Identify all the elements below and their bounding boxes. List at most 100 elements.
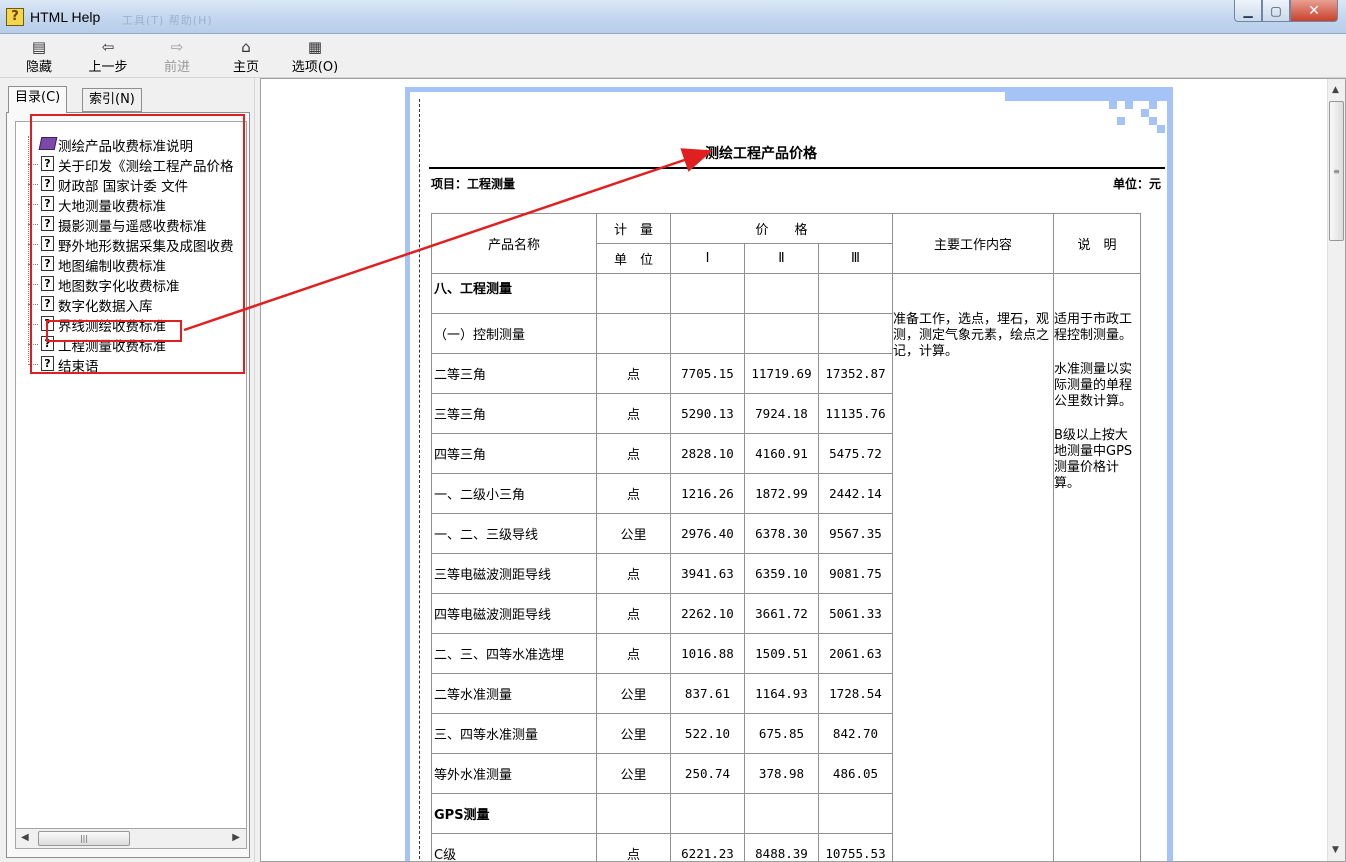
unit-cell: 公里 (596, 713, 671, 754)
window-title: HTML Help (30, 9, 101, 25)
section-heading: 八、工程测量 (431, 273, 597, 314)
unit-cell: 点 (596, 473, 671, 514)
empty-cell (670, 313, 745, 354)
hide-button[interactable]: ▤ 隐藏 (12, 38, 66, 75)
note-paragraph: 水准测量以实际测量的单程公里数计算。 (1054, 362, 1133, 409)
scroll-left-icon[interactable]: ◀ (21, 832, 29, 843)
project-label: 项目：工程测量 (431, 177, 516, 191)
empty-cell (596, 793, 671, 834)
empty-cell (744, 313, 819, 354)
help-app-icon: ? (6, 8, 24, 26)
empty-cell (596, 273, 671, 314)
back-button[interactable]: ⇦ 上一步 (81, 38, 135, 75)
unit-cell: 点 (596, 433, 671, 474)
product-name-cell: 四等电磁波测距导线 (431, 593, 597, 634)
forward-button[interactable]: ⇨ 前进 (150, 38, 204, 75)
options-button[interactable]: ▦ 选项(O) (284, 38, 346, 75)
empty-cell (744, 273, 819, 314)
price-1-cell: 6221.23 (670, 833, 745, 861)
scroll-up-icon[interactable]: ▲ (1332, 85, 1339, 95)
price-table: 产品名称 计 量 价 格 主要工作内容 说 明 单 位 Ⅰ Ⅱ Ⅲ 八、工程测量… (431, 213, 1141, 861)
header-product-name: 产品名称 (431, 213, 597, 274)
table-row: 八、工程测量 准备工作，选点，埋石，观测，测定气象元素，绘点之记，计算。 适用于市政… (431, 273, 1141, 861)
unit-cell: 公里 (596, 673, 671, 714)
header-price-1: Ⅰ (670, 243, 745, 274)
product-name-cell: 三等三角 (431, 393, 597, 434)
unit-cell: 点 (596, 833, 671, 861)
vertical-scroll-thumb[interactable]: ≡ (1329, 101, 1344, 241)
back-arrow-icon: ⇦ (101, 38, 115, 56)
price-2-cell: 8488.39 (744, 833, 819, 861)
note-paragraph: 适用于市政工程控制测量。 (1054, 312, 1133, 343)
tab-contents[interactable]: 目录(C) (8, 86, 68, 113)
product-name-cell: 等外水准测量 (431, 753, 597, 794)
price-3-cell: 2442.14 (818, 473, 893, 514)
hide-label: 隐藏 (25, 60, 52, 75)
pixel-decoration (1125, 101, 1133, 109)
pixel-decoration (1149, 101, 1157, 109)
price-2-cell: 11719.69 (744, 353, 819, 394)
unit-cell: 点 (596, 393, 671, 434)
product-name-cell: 三、四等水准测量 (431, 713, 597, 754)
note-paragraph: B级以上按大地测量中GPS测量价格计算。 (1054, 428, 1133, 491)
price-2-cell: 1509.51 (744, 633, 819, 674)
price-3-cell: 842.70 (818, 713, 893, 754)
close-icon: ✕ (1308, 2, 1320, 19)
unit-cell: 点 (596, 593, 671, 634)
document-title: 测绘工程产品价格 (705, 146, 817, 162)
forward-arrow-icon: ⇨ (170, 38, 184, 56)
topic-vertical-scrollbar[interactable]: ▲ ≡ ▼ (1327, 79, 1345, 861)
header-work-content: 主要工作内容 (892, 213, 1054, 274)
price-2-cell: 1872.99 (744, 473, 819, 514)
price-3-cell: 17352.87 (818, 353, 893, 394)
empty-cell (818, 793, 893, 834)
empty-cell (670, 273, 745, 314)
scroll-down-icon[interactable]: ▼ (1332, 845, 1339, 855)
price-1-cell: 2976.40 (670, 513, 745, 554)
product-name-cell: 二等水准测量 (431, 673, 597, 714)
price-1-cell: 7705.15 (670, 353, 745, 394)
scroll-right-icon[interactable]: ▶ (232, 832, 240, 843)
tree-horizontal-scrollbar[interactable]: ◀ ||| ▶ (15, 829, 247, 849)
price-1-cell: 250.74 (670, 753, 745, 794)
minimize-button[interactable]: ▁ (1234, 0, 1262, 22)
product-name-cell: C级 (431, 833, 597, 861)
work-content-cell: 准备工作，选点，埋石，观测，测定气象元素，绘点之记，计算。 (892, 273, 1054, 861)
unit-cell: 点 (596, 353, 671, 394)
header-unit-top: 计 量 (596, 213, 671, 244)
pixel-decoration (1149, 117, 1157, 125)
pixel-decoration (1157, 125, 1165, 133)
pixel-decoration (1109, 101, 1117, 109)
minimize-icon: ▁ (1243, 3, 1253, 18)
close-button[interactable]: ✕ (1290, 0, 1338, 22)
maximize-button[interactable]: ▢ (1262, 0, 1290, 22)
options-icon: ▦ (307, 38, 323, 56)
price-3-cell: 11135.76 (818, 393, 893, 434)
tab-index[interactable]: 索引(N) (82, 88, 142, 112)
price-2-cell: 1164.93 (744, 673, 819, 714)
unit-cell: 公里 (596, 513, 671, 554)
scroll-thumb[interactable]: ||| (38, 831, 130, 846)
price-1-cell: 3941.63 (670, 553, 745, 594)
page-corner-decoration (1005, 87, 1173, 101)
empty-cell (744, 793, 819, 834)
home-label: 主页 (232, 60, 259, 75)
topic-pane: 测绘工程产品价格 项目：工程测量 单位：元 产品名称 计 量 价 格 主要工作内… (260, 78, 1346, 862)
empty-cell (818, 273, 893, 314)
price-3-cell: 5475.72 (818, 433, 893, 474)
price-1-cell: 2262.10 (670, 593, 745, 634)
annotation-selected-item-box (46, 320, 182, 342)
price-3-cell: 10755.53 (818, 833, 893, 861)
empty-cell (670, 793, 745, 834)
subsection-heading: （一）控制测量 (431, 313, 597, 354)
options-label: 选项(O) (291, 60, 339, 75)
hide-pane-icon: ▤ (31, 38, 47, 56)
price-3-cell: 2061.63 (818, 633, 893, 674)
price-2-cell: 7924.18 (744, 393, 819, 434)
home-button[interactable]: ⌂ 主页 (219, 38, 273, 75)
product-name-cell: 二、三、四等水准选埋 (431, 633, 597, 674)
header-unit-bottom: 单 位 (596, 243, 671, 274)
price-2-cell: 378.98 (744, 753, 819, 794)
header-price-2: Ⅱ (744, 243, 819, 274)
unit-cell: 公里 (596, 753, 671, 794)
